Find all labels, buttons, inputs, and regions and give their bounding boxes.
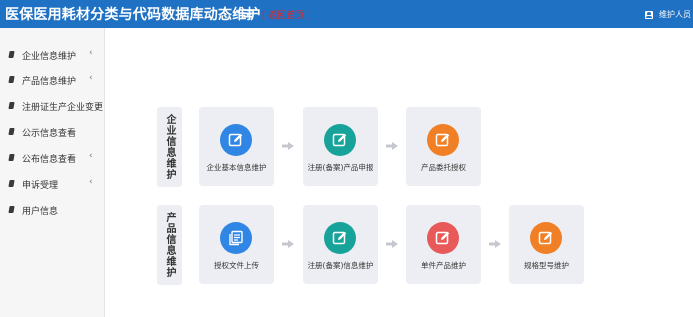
book-icon	[8, 206, 15, 213]
step-card-authorization-upload[interactable]: 授权文件上传	[199, 205, 274, 284]
menu-toggle-icon[interactable]: ≡	[242, 4, 255, 22]
edit-icon	[332, 231, 347, 245]
step-card-product-authorization[interactable]: 产品委托授权	[406, 107, 481, 186]
edit-icon	[435, 133, 450, 147]
step-icon-circle	[530, 222, 562, 254]
return-home-link[interactable]: [ 返回首页 ]	[262, 8, 311, 21]
arrow-right-icon	[282, 142, 294, 150]
edit-icon	[228, 133, 243, 147]
step-label: 企业基本信息维护	[206, 163, 267, 172]
edit-icon	[538, 231, 553, 245]
step-label: 单件产品维护	[421, 261, 466, 270]
sidebar-item-label: 企业信息维护	[22, 52, 77, 62]
book-icon	[8, 102, 15, 109]
sidebar: 企业信息维护 ‹ 产品信息维护 ‹ 注册证生产企业变更 公示信息查看 公布信息查…	[0, 28, 105, 317]
arrow-right-icon	[282, 240, 294, 248]
sidebar-item-enterprise-info[interactable]: 企业信息维护 ‹	[0, 45, 104, 65]
sidebar-item-public-notice[interactable]: 公示信息查看	[0, 122, 104, 142]
workflow-label-enterprise: 企业信息维护	[157, 107, 182, 187]
step-label: 授权文件上传	[214, 261, 259, 270]
chevron-left-icon: ‹	[89, 177, 93, 187]
sidebar-item-label: 用户信息	[22, 207, 59, 217]
step-icon-circle	[324, 124, 356, 156]
chevron-left-icon: ‹	[89, 48, 93, 58]
app-title: 医保医用耗材分类与代码数据库动态维护	[5, 7, 261, 23]
sidebar-item-label: 注册证生产企业变更	[22, 103, 104, 113]
chevron-left-icon: ‹	[89, 151, 93, 161]
step-card-registration-info-maintenance[interactable]: 注册(备案)信息维护	[303, 205, 378, 284]
edit-icon	[435, 231, 450, 245]
sidebar-item-product-info[interactable]: 产品信息维护 ‹	[0, 70, 104, 90]
document-icon	[229, 230, 243, 246]
sidebar-item-label: 申诉受理	[22, 181, 59, 191]
sidebar-item-user-info[interactable]: 用户信息	[0, 200, 104, 220]
sidebar-item-label: 公示信息查看	[22, 129, 77, 139]
book-icon	[8, 180, 15, 187]
book-icon	[8, 76, 15, 83]
book-icon	[8, 128, 15, 135]
step-icon-circle	[220, 222, 252, 254]
arrow-right-icon	[489, 240, 501, 248]
book-icon	[8, 51, 15, 58]
user-name: 维护人员	[659, 10, 691, 19]
edit-icon	[332, 133, 347, 147]
step-card-registered-product-declaration[interactable]: 注册(备案)产品申报	[303, 107, 378, 186]
step-card-enterprise-basic-info[interactable]: 企业基本信息维护	[199, 107, 274, 186]
step-icon-circle	[427, 222, 459, 254]
step-icon-circle	[324, 222, 356, 254]
arrow-right-icon	[386, 240, 398, 248]
user-icon	[645, 10, 653, 19]
top-header-bar: 医保医用耗材分类与代码数据库动态维护 ≡ [ 返回首页 ] 维护人员	[0, 0, 693, 28]
step-icon-circle	[220, 124, 252, 156]
user-menu[interactable]: 维护人员	[645, 9, 691, 20]
sidebar-item-label: 产品信息维护	[22, 77, 77, 87]
step-label: 规格型号维护	[524, 261, 569, 270]
sidebar-item-label: 公布信息查看	[22, 155, 77, 165]
chevron-left-icon: ‹	[89, 73, 93, 83]
book-icon	[8, 154, 15, 161]
step-label: 注册(备案)产品申报	[307, 163, 374, 172]
step-card-spec-model-maintenance[interactable]: 规格型号维护	[509, 205, 584, 284]
sidebar-item-published-info[interactable]: 公布信息查看 ‹	[0, 148, 104, 168]
step-icon-circle	[427, 124, 459, 156]
arrow-right-icon	[386, 142, 398, 150]
workflow-label-product: 产品信息维护	[157, 205, 182, 285]
sidebar-item-registrant-change[interactable]: 注册证生产企业变更	[0, 96, 104, 116]
step-card-single-product-maintenance[interactable]: 单件产品维护	[406, 205, 481, 284]
step-label: 注册(备案)信息维护	[307, 261, 374, 270]
sidebar-item-appeals[interactable]: 申诉受理 ‹	[0, 174, 104, 194]
step-label: 产品委托授权	[421, 163, 466, 172]
